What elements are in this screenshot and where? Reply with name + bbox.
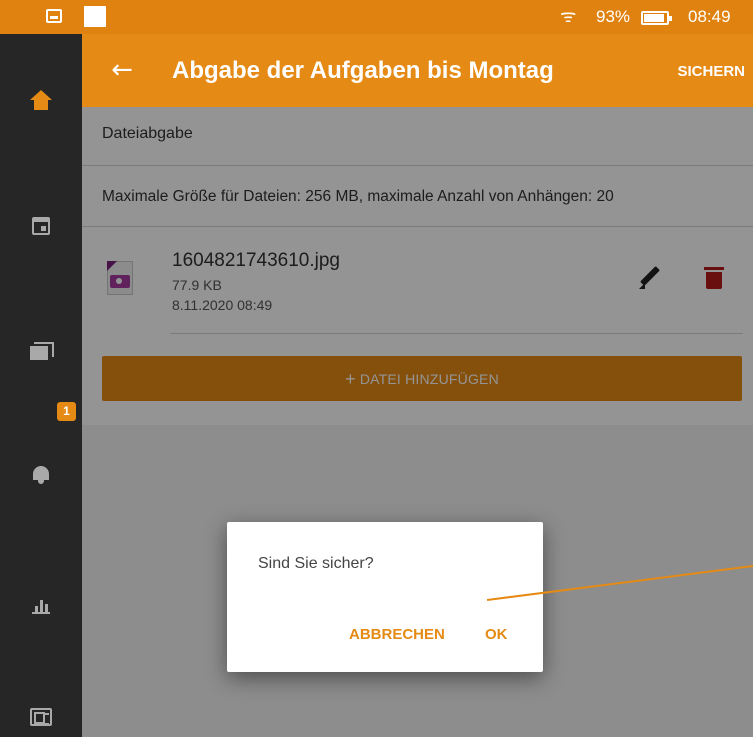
status-bar: ᯤ 93% 08:49 (0, 0, 753, 34)
blank-square-icon (84, 6, 106, 27)
sidebar-item-home[interactable] (0, 70, 82, 130)
home-icon (30, 90, 52, 110)
sidebar-item-statistics[interactable] (0, 574, 82, 634)
news-icon (30, 708, 52, 726)
top-app-bar: ← Abgabe der Aufgaben bis Montag SICHERN (82, 34, 753, 107)
sidebar-item-calendar[interactable] (0, 196, 82, 256)
save-button[interactable]: SICHERN (677, 62, 745, 82)
notification-badge: 1 (57, 402, 76, 421)
image-icon (46, 9, 62, 23)
sidebar-item-news[interactable] (0, 687, 82, 737)
wifi-icon: ᯤ (560, 6, 577, 27)
sidebar-item-messages[interactable] (0, 322, 82, 382)
battery-icon (641, 11, 672, 25)
page-title: Abgabe der Aufgaben bis Montag (172, 57, 554, 84)
chat-icon (30, 342, 54, 362)
status-time: 08:49 (688, 7, 731, 26)
stats-icon (31, 594, 51, 614)
bell-icon (32, 464, 50, 484)
battery-percent: 93% (596, 7, 631, 26)
sidebar (0, 34, 82, 737)
sidebar-item-notifications[interactable] (0, 444, 82, 504)
arrow-back-icon: ← (111, 55, 133, 85)
calendar-icon (32, 217, 50, 235)
cancel-button[interactable]: ABBRECHEN (349, 626, 445, 643)
ok-button[interactable]: OK (485, 626, 508, 643)
confirm-dialog: Sind Sie sicher? ABBRECHEN OK (227, 522, 543, 672)
dialog-message: Sind Sie sicher? (258, 555, 374, 572)
back-button[interactable]: ← (108, 56, 136, 84)
